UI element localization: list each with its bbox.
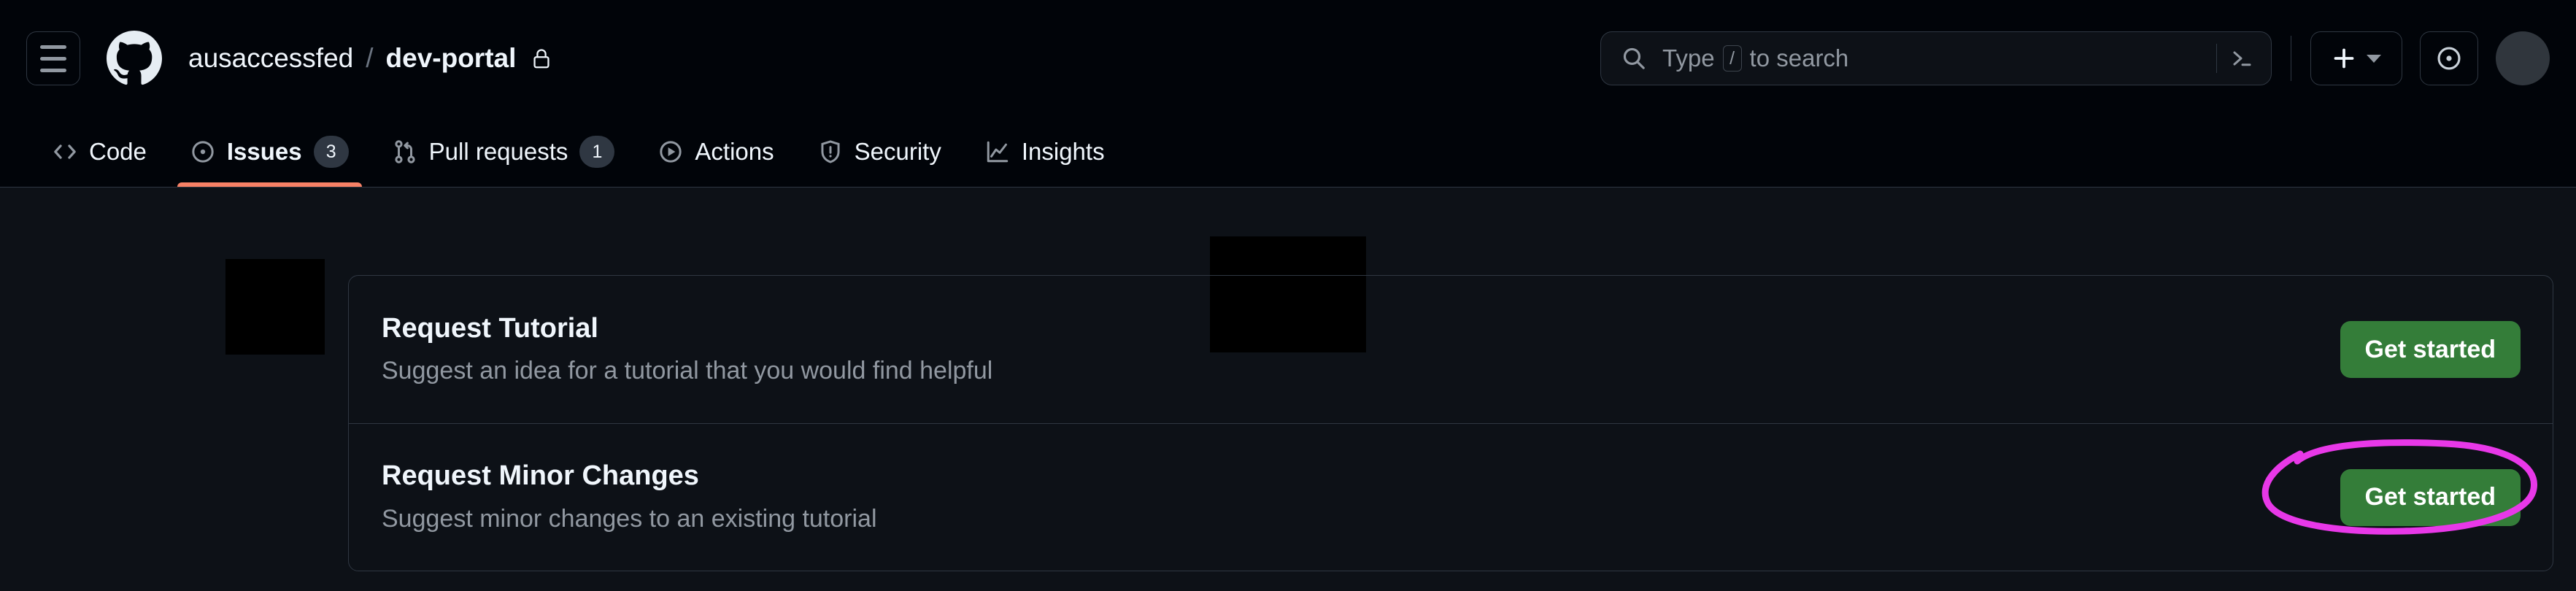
issue-template-text: Request Minor Changes Suggest minor chan… xyxy=(382,460,877,533)
issue-template-list: Request Tutorial Suggest an idea for a t… xyxy=(348,275,2553,571)
tab-actions[interactable]: Actions xyxy=(636,117,795,187)
tab-pull-requests[interactable]: Pull requests 1 xyxy=(371,117,637,187)
tab-code-label: Code xyxy=(89,138,147,165)
tab-pull-requests-label: Pull requests xyxy=(428,138,568,165)
tab-security-label: Security xyxy=(854,138,941,165)
tab-issues[interactable]: Issues 3 xyxy=(169,117,371,187)
global-header: ausaccessfed / dev-portal Type / to sear… xyxy=(0,0,2576,117)
breadcrumb-repo[interactable]: dev-portal xyxy=(386,43,517,74)
tab-code[interactable]: Code xyxy=(31,117,169,187)
breadcrumb-separator: / xyxy=(366,43,374,73)
breadcrumb-owner[interactable]: ausaccessfed xyxy=(188,43,353,74)
issue-opened-icon xyxy=(2436,45,2462,72)
plus-icon xyxy=(2332,46,2356,71)
create-new-button[interactable] xyxy=(2310,31,2402,85)
search-placeholder-prefix: Type xyxy=(1662,45,1715,72)
get-started-button[interactable]: Get started xyxy=(2340,321,2521,378)
issue-template-row: Request Minor Changes Suggest minor chan… xyxy=(349,423,2553,571)
git-pull-request-icon xyxy=(393,139,417,164)
search-placeholder: Type / to search xyxy=(1662,45,1848,72)
hamburger-menu-button[interactable] xyxy=(26,31,80,85)
issue-template-title: Request Minor Changes xyxy=(382,460,699,492)
search-divider xyxy=(2216,44,2217,73)
chevron-down-icon xyxy=(2367,54,2381,63)
repository-nav: Code Issues 3 Pull requests 1 Actions Se… xyxy=(0,117,2576,188)
terminal-icon[interactable] xyxy=(2230,47,2253,70)
search-icon xyxy=(1621,46,1646,71)
issue-template-title: Request Tutorial xyxy=(382,312,598,344)
breadcrumb: ausaccessfed / dev-portal xyxy=(188,43,552,74)
issue-template-description: Suggest an idea for a tutorial that you … xyxy=(382,357,993,385)
tab-insights-label: Insights xyxy=(1021,138,1105,165)
get-started-button[interactable]: Get started xyxy=(2340,468,2521,526)
tab-issues-label: Issues xyxy=(226,138,302,165)
hamburger-icon-bar xyxy=(40,45,66,49)
github-logo[interactable] xyxy=(107,31,162,86)
issue-opened-icon xyxy=(190,139,215,164)
issue-template-text: Request Tutorial Suggest an idea for a t… xyxy=(382,313,992,386)
tab-pull-requests-count: 1 xyxy=(579,136,615,168)
code-icon xyxy=(53,139,77,164)
tab-insights[interactable]: Insights xyxy=(963,117,1127,187)
search-input[interactable]: Type / to search xyxy=(1600,31,2272,85)
issue-template-description: Suggest minor changes to an existing tut… xyxy=(382,504,877,533)
redacted-region xyxy=(225,259,325,355)
main-content: Request Tutorial Suggest an idea for a t… xyxy=(0,188,2576,591)
search-slash-key: / xyxy=(1722,45,1742,72)
shield-icon xyxy=(818,139,843,164)
tab-security[interactable]: Security xyxy=(796,117,963,187)
header-actions: Type / to search xyxy=(1600,31,2550,85)
tab-issues-count: 3 xyxy=(313,136,349,168)
hamburger-icon-bar xyxy=(40,68,66,72)
search-placeholder-suffix: to search xyxy=(1749,45,1849,72)
issue-template-row: Request Tutorial Suggest an idea for a t… xyxy=(349,276,2553,423)
tab-actions-label: Actions xyxy=(695,138,774,165)
search-trailing xyxy=(2216,44,2253,73)
lock-icon xyxy=(531,46,552,71)
avatar[interactable] xyxy=(2496,31,2550,85)
hamburger-icon-bar xyxy=(40,56,66,61)
issues-notification-button[interactable] xyxy=(2420,31,2478,85)
play-icon xyxy=(658,139,683,164)
graph-icon xyxy=(985,139,1010,164)
